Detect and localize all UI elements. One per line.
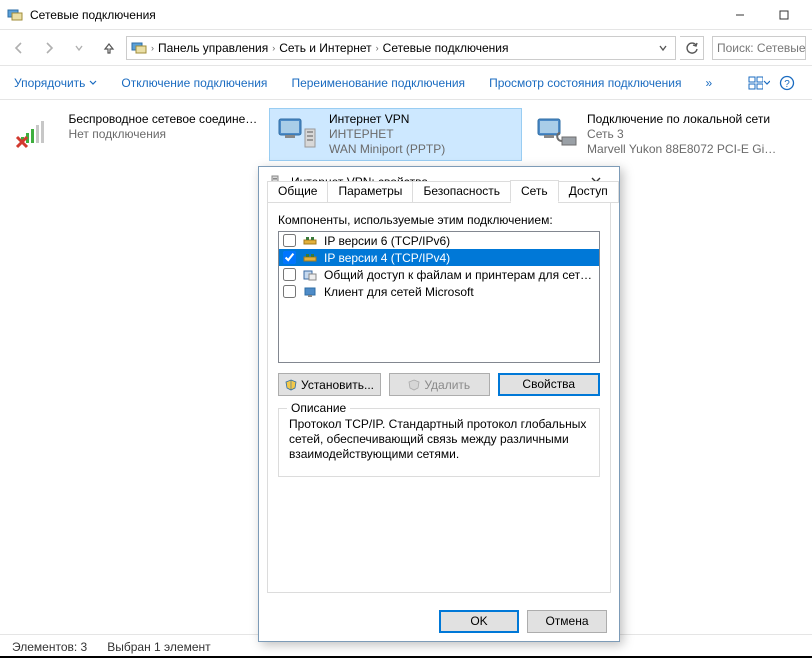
tab-security[interactable]: Безопасность: [412, 181, 511, 203]
description-groupbox: Описание Протокол TCP/IP. Стандартный пр…: [278, 408, 600, 477]
wireless-icon: [14, 112, 60, 154]
command-toolbar: Упорядочить Отключение подключения Переи…: [0, 66, 812, 100]
service-icon: [302, 268, 318, 282]
connection-item-vpn[interactable]: Интернет VPN ИНТЕРНЕТ WAN Miniport (PPTP…: [269, 108, 522, 161]
address-bar[interactable]: › Панель управления › Сеть и Интернет › …: [126, 36, 676, 60]
chevron-right-icon[interactable]: ›: [151, 43, 154, 53]
component-item-ipv6[interactable]: IP версии 6 (TCP/IPv6): [279, 232, 599, 249]
client-icon: [302, 285, 318, 299]
svg-text:?: ?: [784, 79, 790, 90]
window-titlebar: Сетевые подключения: [0, 0, 812, 30]
component-checkbox[interactable]: [283, 234, 296, 247]
connection-status: ИНТЕРНЕТ: [329, 127, 445, 142]
vpn-icon: [273, 112, 321, 154]
components-label: Компоненты, используемые этим подключени…: [278, 213, 600, 227]
organize-menu[interactable]: Упорядочить: [14, 76, 97, 90]
recent-locations-button[interactable]: [66, 35, 92, 61]
maximize-button[interactable]: [762, 1, 806, 29]
connection-name: Подключение по локальной сети: [587, 112, 777, 127]
component-buttons-row: Установить... Удалить Свойства: [278, 373, 600, 396]
status-selection: Выбран 1 элемент: [107, 640, 210, 654]
connection-status: Сеть 3: [587, 127, 777, 142]
cancel-button[interactable]: Отмена: [527, 610, 607, 633]
dialog-footer: OK Отмена: [259, 601, 619, 641]
protocol-icon: [302, 234, 318, 248]
properties-button[interactable]: Свойства: [498, 373, 601, 396]
tab-parameters[interactable]: Параметры: [327, 181, 413, 203]
tab-network[interactable]: Сеть: [510, 180, 559, 202]
chevron-right-icon[interactable]: ›: [376, 43, 379, 53]
chevron-right-icon[interactable]: ›: [272, 43, 275, 53]
tab-access[interactable]: Доступ: [558, 181, 619, 203]
connection-name: Беспроводное сетевое соединение: [68, 112, 259, 127]
breadcrumb-network-connections[interactable]: Сетевые подключения: [383, 41, 509, 55]
breadcrumb-control-panel[interactable]: Панель управления: [158, 41, 268, 55]
connection-name: Интернет VPN: [329, 112, 445, 127]
search-input[interactable]: Поиск: Сетевые подключения: [712, 36, 806, 60]
window-title: Сетевые подключения: [30, 8, 156, 22]
install-label: Установить...: [301, 378, 374, 392]
connection-detail: Нет подключения: [68, 127, 259, 142]
connection-item-lan[interactable]: Подключение по локальной сети Сеть 3 Mar…: [528, 108, 781, 161]
component-label: IP версии 6 (TCP/IPv6): [324, 234, 595, 248]
component-item-ms-client[interactable]: Клиент для сетей Microsoft: [279, 283, 599, 300]
view-options-button[interactable]: [748, 72, 770, 94]
dialog-body: Общие Параметры Безопасность Сеть Доступ…: [267, 201, 611, 593]
install-button[interactable]: Установить...: [278, 373, 381, 396]
component-item-file-print-sharing[interactable]: Общий доступ к файлам и принтерам для се…: [279, 266, 599, 283]
component-item-ipv4[interactable]: IP версии 4 (TCP/IPv4): [279, 249, 599, 266]
tab-general[interactable]: Общие: [267, 181, 328, 203]
help-button[interactable]: ?: [776, 72, 798, 94]
refresh-button[interactable]: [680, 36, 704, 60]
breadcrumb-network-internet[interactable]: Сеть и Интернет: [279, 41, 371, 55]
ethernet-icon: [532, 112, 579, 154]
component-checkbox[interactable]: [283, 268, 296, 281]
search-placeholder: Поиск: Сетевые подключения: [717, 41, 806, 55]
address-dropdown-button[interactable]: [655, 44, 671, 52]
protocol-icon: [302, 251, 318, 265]
rename-connection-button[interactable]: Переименование подключения: [291, 76, 465, 90]
shield-icon: [285, 379, 297, 391]
chevron-down-icon: [89, 79, 97, 87]
back-button[interactable]: [6, 35, 32, 61]
navigation-bar: › Панель управления › Сеть и Интернет › …: [0, 30, 812, 66]
connection-item-wireless[interactable]: Беспроводное сетевое соединение Нет подк…: [10, 108, 263, 158]
chevron-down-icon: [763, 79, 770, 87]
minimize-button[interactable]: [718, 1, 762, 29]
forward-button[interactable]: [36, 35, 62, 61]
component-checkbox[interactable]: [283, 251, 296, 264]
network-connections-icon: [6, 6, 24, 24]
organize-label: Упорядочить: [14, 76, 85, 90]
disable-connection-button[interactable]: Отключение подключения: [121, 76, 267, 90]
connection-detail: WAN Miniport (PPTP): [329, 142, 445, 157]
connections-area: Беспроводное сетевое соединение Нет подк…: [0, 100, 812, 169]
status-item-count: Элементов: 3: [12, 640, 87, 654]
ok-button[interactable]: OK: [439, 610, 519, 633]
properties-dialog: Интернет VPN: свойства Общие Параметры Б…: [258, 166, 620, 642]
component-label: Клиент для сетей Microsoft: [324, 285, 595, 299]
dialog-tabs: Общие Параметры Безопасность Сеть Доступ: [267, 180, 618, 202]
shield-icon: [408, 379, 420, 391]
component-label: Общий доступ к файлам и принтерам для се…: [324, 268, 595, 282]
uninstall-label: Удалить: [424, 378, 470, 392]
address-root-icon: [131, 40, 147, 56]
description-text: Протокол TCP/IP. Стандартный протокол гл…: [289, 417, 589, 462]
components-listbox[interactable]: IP версии 6 (TCP/IPv6) IP версии 4 (TCP/…: [278, 231, 600, 363]
description-label: Описание: [287, 401, 350, 415]
component-checkbox[interactable]: [283, 285, 296, 298]
up-button[interactable]: [96, 35, 122, 61]
properties-label: Свойства: [522, 375, 575, 394]
connection-detail: Marvell Yukon 88E8072 PCI-E Gig...: [587, 142, 777, 157]
uninstall-button: Удалить: [389, 373, 490, 396]
view-status-button[interactable]: Просмотр состояния подключения: [489, 76, 681, 90]
component-label: IP версии 4 (TCP/IPv4): [324, 251, 595, 265]
